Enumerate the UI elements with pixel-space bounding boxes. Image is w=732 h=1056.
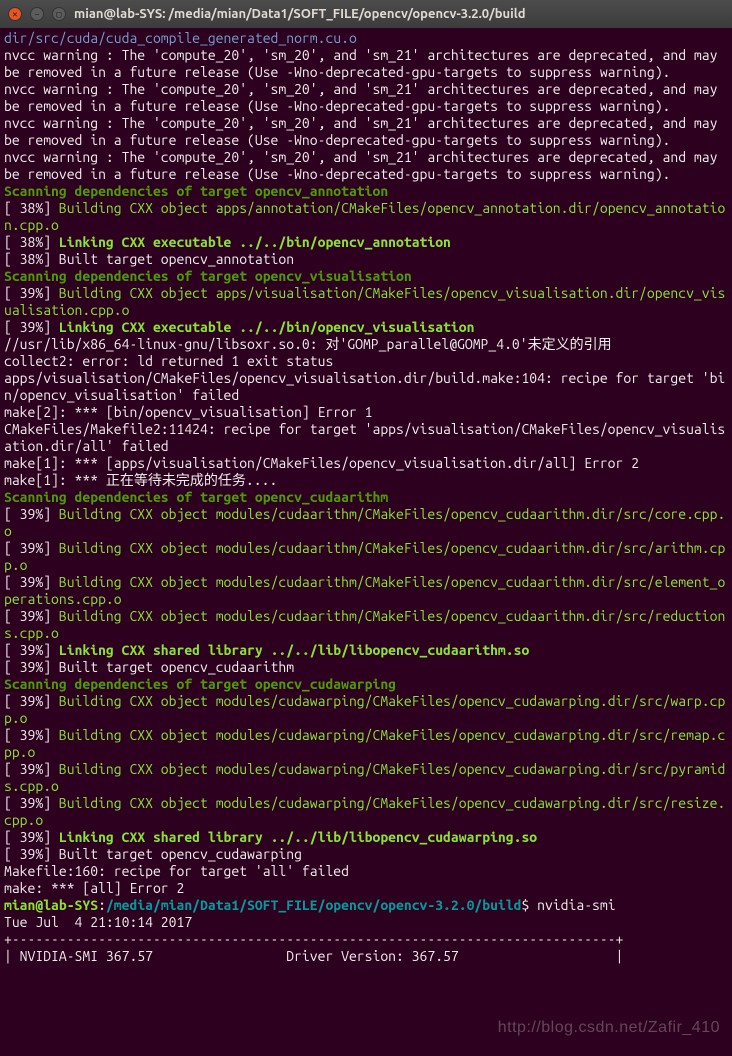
terminal-line: collect2: error: ld returned 1 exit stat…	[4, 353, 728, 370]
terminal-line: [ 39%] Building CXX object modules/cudaw…	[4, 727, 728, 761]
terminal-line: | NVIDIA-SMI 367.57 Driver Version: 367.…	[4, 948, 728, 965]
window-title: mian@lab-SYS: /media/mian/Data1/SOFT_FIL…	[74, 6, 526, 23]
terminal-line: Scanning dependencies of target opencv_v…	[4, 268, 728, 285]
terminal-line: apps/visualisation/CMakeFiles/opencv_vis…	[4, 370, 728, 404]
terminal-line: [ 38%] Linking CXX executable ../../bin/…	[4, 234, 728, 251]
terminal-line: [ 39%] Building CXX object modules/cudaw…	[4, 693, 728, 727]
terminal-line: [ 38%] Built target opencv_annotation	[4, 251, 728, 268]
terminal-line: nvcc warning : The 'compute_20', 'sm_20'…	[4, 47, 728, 81]
terminal-line: [ 38%] Building CXX object apps/annotati…	[4, 200, 728, 234]
terminal-line: make: *** [all] Error 2	[4, 880, 728, 897]
terminal-line: Scanning dependencies of target opencv_c…	[4, 489, 728, 506]
terminal-line: Tue Jul 4 21:10:14 2017	[4, 914, 728, 931]
close-icon[interactable]: ✕	[8, 7, 22, 21]
terminal-line: nvcc warning : The 'compute_20', 'sm_20'…	[4, 115, 728, 149]
terminal-line: [ 39%] Building CXX object modules/cudaw…	[4, 761, 728, 795]
watermark-text: http://blog.csdn.net/Zafir_410	[498, 1019, 720, 1036]
terminal-line: [ 39%] Built target opencv_cudaarithm	[4, 659, 728, 676]
terminal-line: make[1]: *** 正在等待未完成的任务....	[4, 472, 728, 489]
terminal-line: nvcc warning : The 'compute_20', 'sm_20'…	[4, 81, 728, 115]
minimize-icon[interactable]: −	[30, 7, 44, 21]
terminal-line: [ 39%] Building CXX object modules/cudaa…	[4, 540, 728, 574]
terminal-line: nvcc warning : The 'compute_20', 'sm_20'…	[4, 149, 728, 183]
terminal-line: make[1]: *** [apps/visualisation/CMakeFi…	[4, 455, 728, 472]
terminal-line: [ 39%] Linking CXX shared library ../../…	[4, 642, 728, 659]
terminal-line: [ 39%] Building CXX object apps/visualis…	[4, 285, 728, 319]
terminal-line: Makefile:160: recipe for target 'all' fa…	[4, 863, 728, 880]
terminal-line: make[2]: *** [bin/opencv_visualisation] …	[4, 404, 728, 421]
terminal-line: +---------------------------------------…	[4, 931, 728, 948]
terminal-line: [ 39%] Building CXX object modules/cudaa…	[4, 608, 728, 642]
terminal-line: Scanning dependencies of target opencv_a…	[4, 183, 728, 200]
terminal-line: [ 39%] Linking CXX executable ../../bin/…	[4, 319, 728, 336]
terminal-line: Scanning dependencies of target opencv_c…	[4, 676, 728, 693]
terminal-line: CMakeFiles/Makefile2:11424: recipe for t…	[4, 421, 728, 455]
terminal-output[interactable]: dir/src/cuda/cuda_compile_generated_norm…	[0, 28, 732, 967]
terminal-line: [ 39%] Building CXX object modules/cudaa…	[4, 506, 728, 540]
terminal-line: [ 39%] Linking CXX shared library ../../…	[4, 829, 728, 846]
terminal-line: [ 39%] Building CXX object modules/cudaa…	[4, 574, 728, 608]
terminal-line: [ 39%] Built target opencv_cudawarping	[4, 846, 728, 863]
terminal-line: [ 39%] Building CXX object modules/cudaw…	[4, 795, 728, 829]
terminal-line: dir/src/cuda/cuda_compile_generated_norm…	[4, 30, 728, 47]
window-titlebar: ✕ − ▢ mian@lab-SYS: /media/mian/Data1/SO…	[0, 0, 732, 28]
maximize-icon[interactable]: ▢	[52, 7, 66, 21]
terminal-line: mian@lab-SYS:/media/mian/Data1/SOFT_FILE…	[4, 897, 728, 914]
terminal-line: //usr/lib/x86_64-linux-gnu/libsoxr.so.0:…	[4, 336, 728, 353]
